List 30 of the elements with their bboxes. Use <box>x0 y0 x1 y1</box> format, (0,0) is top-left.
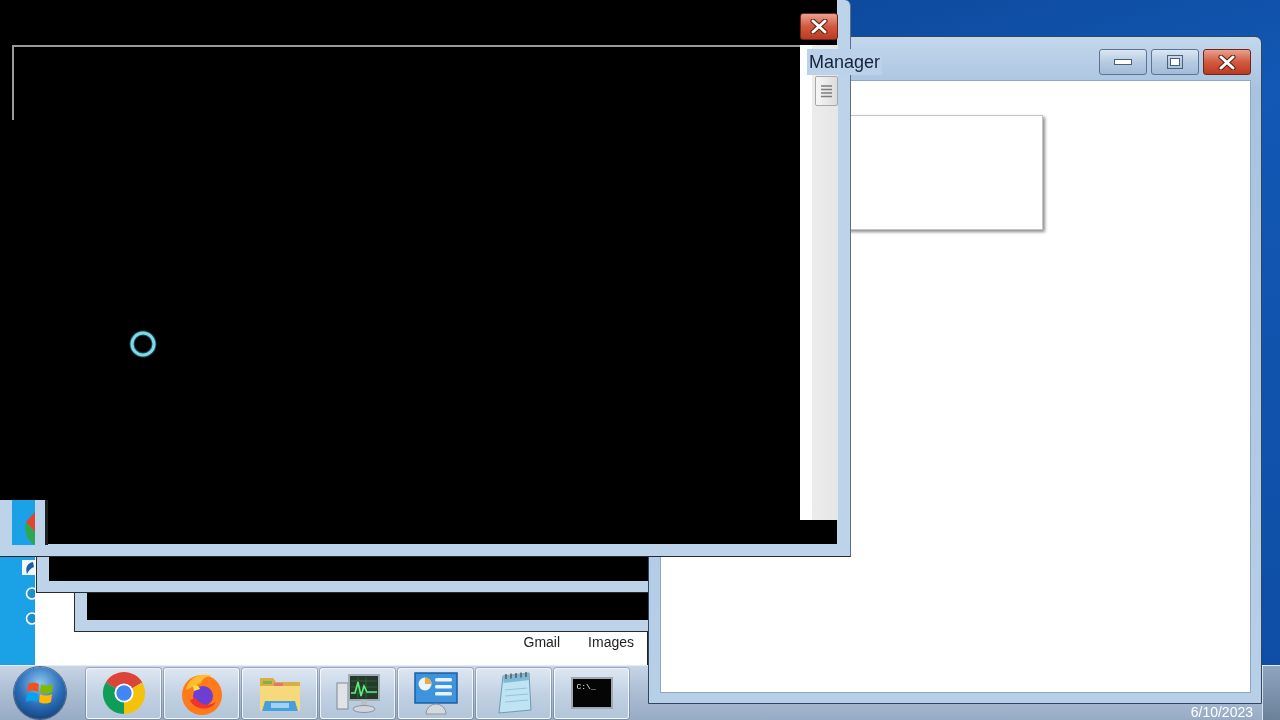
ring-icon <box>25 612 35 625</box>
close-button[interactable] <box>800 13 838 40</box>
taskbar-button[interactable]: C:\_ <box>554 667 629 719</box>
taskbar-button[interactable] <box>320 667 395 719</box>
loading-spinner-icon <box>129 330 157 358</box>
ring-icon <box>25 587 35 600</box>
maximize-icon <box>1167 55 1183 69</box>
close-icon <box>810 19 828 34</box>
scrollbar-thumb[interactable] <box>815 76 838 106</box>
terminal-prompt: C:\_ <box>576 682 596 691</box>
close-button[interactable] <box>1203 49 1251 75</box>
app-icon <box>22 560 35 575</box>
ring-logo-icon <box>100 670 147 716</box>
window-title: Manager <box>807 49 883 75</box>
taskbar-button[interactable] <box>398 667 473 719</box>
logo-fragment-icon <box>12 500 35 545</box>
show-desktop-button[interactable] <box>1262 666 1280 720</box>
grip-icon <box>821 84 832 98</box>
taskbar-button[interactable] <box>164 667 239 719</box>
dashboard-icon <box>411 670 460 716</box>
header-link[interactable]: Images <box>588 634 634 650</box>
monitor-icon <box>333 671 382 715</box>
date-text: 6/10/2023 <box>1190 705 1254 720</box>
maximize-button[interactable] <box>1151 49 1199 75</box>
minimize-button[interactable] <box>1099 49 1147 75</box>
minimize-icon <box>1114 59 1132 65</box>
flag-logo-icon <box>26 680 54 706</box>
start-button[interactable] <box>14 667 66 719</box>
close-icon <box>1218 54 1236 70</box>
header-link[interactable]: Gmail <box>523 634 561 650</box>
